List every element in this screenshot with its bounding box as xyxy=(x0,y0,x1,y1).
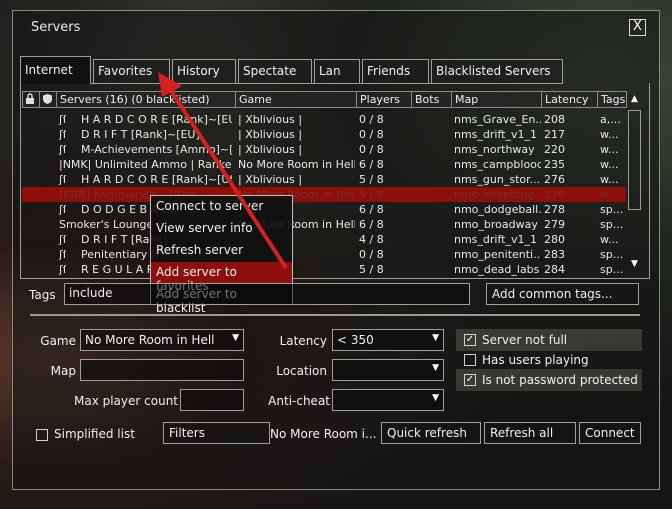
annotation-arrow-icon xyxy=(158,72,288,270)
